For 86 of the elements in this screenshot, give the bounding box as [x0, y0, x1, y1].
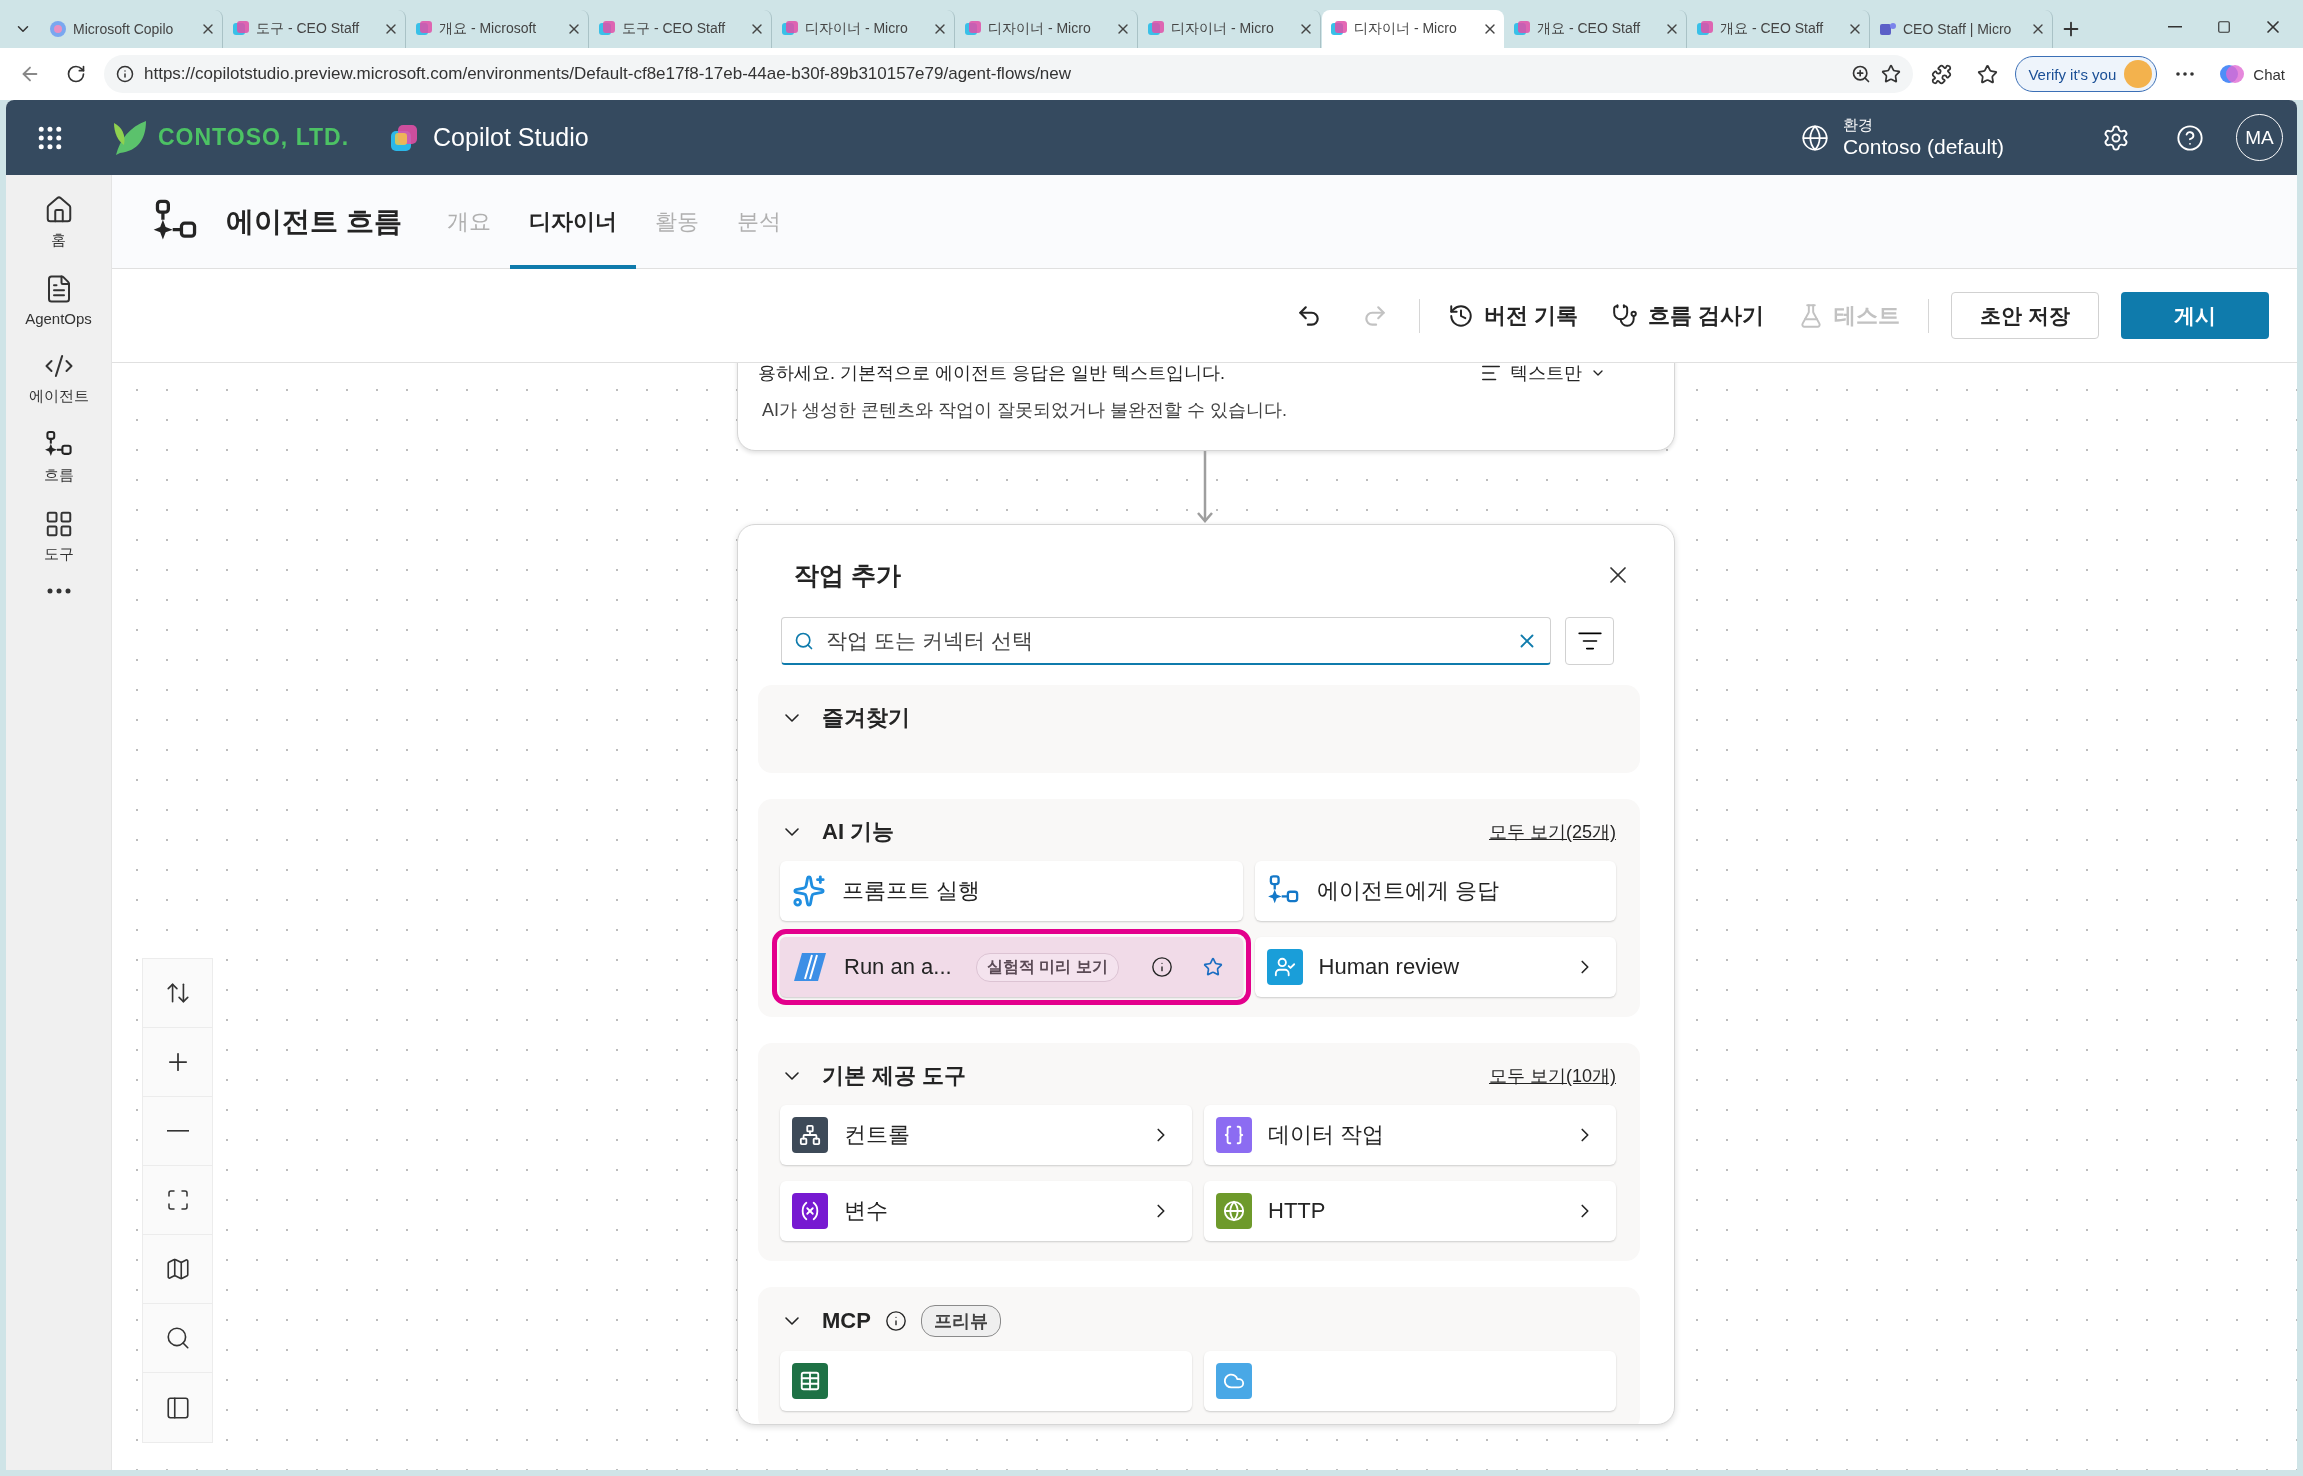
- cube-icon: [781, 20, 799, 38]
- puzzle-icon: [1930, 63, 1952, 85]
- node-text: 용하세요. 기본적으로 에이전트 응답은 일반 텍스트입니다.: [758, 363, 1225, 385]
- stethoscope-icon: [1611, 302, 1638, 329]
- variable-icon: [792, 1193, 828, 1229]
- table-icon: [792, 1363, 828, 1399]
- avatar-icon: [2124, 60, 2153, 88]
- save-draft-button[interactable]: 초안 저장: [1951, 292, 2099, 339]
- action-item[interactable]: 프롬프트 실행: [780, 861, 1243, 921]
- address-field[interactable]: https://copilotstudio.preview.microsoft.com/environments/Default-cf8e17f8-17eb-44ae-b30f-89b310157e79/agent-flows/new: [104, 55, 1914, 93]
- cube-icon: [415, 20, 433, 38]
- panel-icon: [164, 1394, 191, 1421]
- action-item[interactable]: 컨트롤: [780, 1105, 1192, 1165]
- globe-icon: [1800, 123, 1829, 152]
- more-icon: [46, 588, 71, 594]
- settings-icon: [2102, 123, 2130, 152]
- format-dropdown[interactable]: 텍스트만: [1474, 363, 1612, 386]
- refresh-icon: [66, 64, 86, 84]
- profile-button[interactable]: Verify it's you: [2015, 56, 2158, 92]
- history-button[interactable]: 버전 기록: [1441, 292, 1584, 339]
- cube-icon: [1513, 20, 1531, 38]
- panel-title: 작업 추가: [794, 559, 901, 591]
- map-icon: [164, 1256, 191, 1282]
- globe-icon: [1216, 1193, 1252, 1229]
- search-icon: [794, 630, 814, 651]
- cube-icon: [1696, 20, 1714, 38]
- browser-tab[interactable]: 디자이너 - Micro: [1322, 10, 1504, 48]
- nav-item[interactable]: 에이전트: [8, 341, 109, 416]
- action-item[interactable]: HTTP: [1204, 1181, 1616, 1241]
- cloud-icon: [1216, 1363, 1252, 1399]
- checker-button[interactable]: 흐름 검사기: [1605, 292, 1770, 339]
- leaf-logo: [112, 118, 148, 157]
- cube-icon: [232, 20, 250, 38]
- action-item[interactable]: [1204, 1351, 1616, 1411]
- publish-button[interactable]: 게시: [2121, 292, 2269, 339]
- see-all-link[interactable]: 모두 보기(25개): [1489, 820, 1616, 844]
- chat-logo: [2219, 63, 2246, 85]
- zoom-icon: [1851, 64, 1872, 84]
- info-icon: [116, 65, 134, 83]
- sparkle-icon: [792, 874, 826, 908]
- company-logo-text: CONTOSO, LTD.: [158, 124, 350, 151]
- action-item[interactable]: Human review: [1254, 937, 1616, 997]
- minimize-icon: [2168, 26, 2182, 28]
- section-toggle[interactable]: 기본 제공 도구: [780, 1061, 967, 1091]
- network-icon: [792, 1117, 828, 1153]
- flask-icon: [1798, 302, 1824, 329]
- nav-item[interactable]: AgentOps: [8, 264, 109, 337]
- cube-logo: [389, 122, 420, 153]
- section-toggle[interactable]: MCP: [780, 1308, 871, 1334]
- nav-item[interactable]: 흐름: [8, 420, 109, 495]
- search-input[interactable]: 작업 또는 커넥터 선택: [824, 627, 1506, 654]
- action-item[interactable]: 변수: [780, 1181, 1192, 1241]
- nav-item[interactable]: 홈: [8, 185, 109, 260]
- star-icon: [1976, 63, 1998, 85]
- braces-icon: [1216, 1117, 1252, 1153]
- nav-item[interactable]: 도구: [8, 499, 109, 574]
- filter-button[interactable]: [1565, 617, 1614, 665]
- see-all-link[interactable]: 모두 보기(10개): [1489, 1064, 1616, 1088]
- help-icon: [2176, 123, 2204, 152]
- product-name: Copilot Studio: [433, 123, 589, 152]
- clock-icon: [1447, 302, 1474, 329]
- environment-name[interactable]: Contoso (default): [1842, 135, 2004, 159]
- cube-icon: [1330, 20, 1348, 38]
- star-icon: [1881, 64, 1902, 84]
- chat-button[interactable]: Chat: [2213, 62, 2291, 86]
- disclaimer-text: AI가 생성한 콘텐츠와 작업이 잘못되었거나 불완전할 수 있습니다.: [761, 399, 1288, 422]
- cube-icon: [964, 20, 982, 38]
- section-toggle[interactable]: AI 기능: [780, 817, 895, 847]
- environment-label: 환경: [1842, 116, 1874, 135]
- user-check-icon: [1266, 949, 1303, 985]
- minus-icon: [166, 1130, 189, 1132]
- section-toggle[interactable]: 즐겨찾기: [780, 703, 910, 733]
- action-item[interactable]: 데이터 작업: [1204, 1105, 1616, 1165]
- experimental-tag: 실험적 미리 보기: [975, 952, 1119, 982]
- more-icon: [2176, 72, 2195, 76]
- fit-icon: [165, 1188, 190, 1212]
- action-item[interactable]: 에이전트에게 응답: [1254, 861, 1616, 921]
- search-field[interactable]: 작업 또는 커넥터 선택: [781, 617, 1551, 665]
- restore-icon: [2217, 20, 2231, 34]
- action-item[interactable]: [780, 1351, 1192, 1411]
- cube-icon: [598, 20, 616, 38]
- page-title: 에이전트 흐름: [226, 204, 402, 239]
- swirl-icon: [49, 20, 67, 38]
- people-icon: [1879, 20, 1897, 38]
- cube-icon: [1147, 20, 1165, 38]
- preview-tag: 프리뷰: [920, 1305, 1001, 1337]
